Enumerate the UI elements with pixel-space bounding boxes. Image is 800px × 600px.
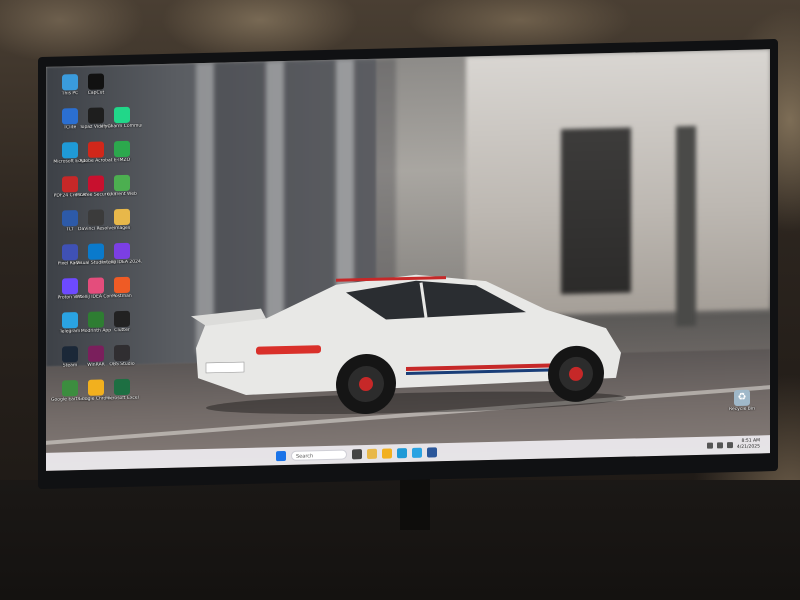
windows-start-icon[interactable] bbox=[276, 450, 286, 462]
recycle-bin[interactable]: ♻ Recycle Bin bbox=[722, 389, 762, 412]
desktop-icon-label: Postman bbox=[112, 293, 132, 300]
recycle-bin-icon: ♻ bbox=[734, 389, 750, 407]
utorrent-icon bbox=[114, 174, 130, 192]
desktop-icon[interactable]: PyCharm Commun... bbox=[102, 106, 142, 130]
desktop-icon-label: PyCharm Commun... bbox=[102, 123, 142, 130]
taskbar-pinned-apps: Search bbox=[276, 445, 437, 463]
desktop-icon-label: images bbox=[113, 225, 131, 232]
word-taskbar-icon[interactable] bbox=[427, 447, 437, 458]
telegram-taskbar-icon[interactable] bbox=[412, 447, 422, 458]
desktop-icon-label: OBS Studio bbox=[109, 361, 135, 368]
desktop-icon-label: E-IMZO bbox=[113, 157, 131, 164]
task-view-icon[interactable] bbox=[352, 449, 362, 460]
taskbar-pinned-list bbox=[352, 447, 437, 460]
eimzo-icon bbox=[114, 140, 130, 158]
pycharm-icon bbox=[114, 106, 130, 124]
excel-icon bbox=[114, 378, 130, 396]
desktop-icon-label: CapCut bbox=[87, 90, 105, 96]
desktop-icon[interactable]: CapCut bbox=[76, 73, 116, 96]
desktop-icon[interactable]: Clutter bbox=[102, 310, 142, 334]
system-tray: 8:51 AM 4/21/2025 bbox=[706, 438, 760, 450]
desktop-icon-label: uTorrent Web bbox=[107, 191, 137, 198]
volume-icon[interactable] bbox=[726, 441, 733, 448]
chevron-up-icon[interactable] bbox=[706, 442, 713, 449]
desktop-icon[interactable]: Microsoft Excel bbox=[102, 378, 142, 402]
clutter-icon bbox=[114, 310, 130, 328]
postman-icon bbox=[114, 276, 130, 294]
desktop-icon-label: Microsoft Excel bbox=[105, 395, 139, 402]
desktop-icon[interactable]: images bbox=[102, 208, 142, 232]
taskbar-clock[interactable]: 8:51 AM 4/21/2025 bbox=[737, 438, 760, 450]
wifi-icon[interactable] bbox=[716, 441, 723, 448]
wallpaper-pole bbox=[676, 125, 696, 327]
desktop-icon[interactable]: uTorrent Web bbox=[102, 174, 142, 198]
taskbar-search-box[interactable]: Search bbox=[291, 449, 347, 461]
obs-icon bbox=[114, 344, 130, 362]
desktop-icon[interactable]: OBS Studio bbox=[102, 344, 142, 368]
desktop-icon[interactable]: E-IMZO bbox=[102, 140, 142, 164]
monitor-screen: This PC CapCut TClite Topaz Video AI PyCharm… bbox=[46, 49, 770, 471]
desktop-icon-label: Clutter bbox=[114, 327, 130, 334]
chrome-taskbar-icon[interactable] bbox=[382, 448, 392, 459]
capcut-icon bbox=[88, 73, 104, 90]
desktop-icon[interactable]: IntelliJ IDEA 2024.3.4.1 bbox=[102, 242, 142, 266]
folder-icon bbox=[114, 208, 130, 226]
intellij-icon bbox=[114, 242, 130, 260]
desktop-icon-label: IntelliJ IDEA 2024.3.4.1 bbox=[102, 259, 142, 266]
clock-date: 4/21/2025 bbox=[736, 443, 760, 450]
file-explorer-icon[interactable] bbox=[367, 448, 377, 460]
edge-taskbar-icon[interactable] bbox=[397, 448, 407, 459]
desktop-icon[interactable]: Postman bbox=[102, 276, 142, 300]
wallpaper-car bbox=[191, 274, 626, 415]
recycle-bin-label: Recycle Bin bbox=[729, 406, 755, 413]
